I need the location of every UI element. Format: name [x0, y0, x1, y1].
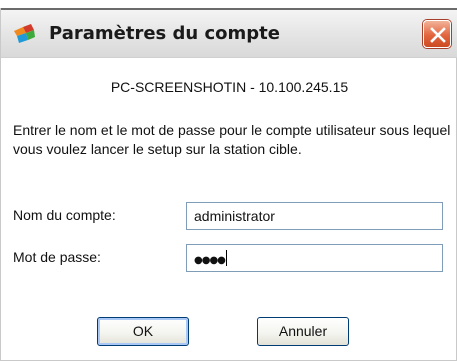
cancel-button[interactable]: Annuler: [257, 317, 349, 346]
password-field[interactable]: ●●●●: [186, 244, 443, 272]
instructions-text: Entrer le nom et le mot de passe pour le…: [13, 122, 451, 157]
account-name-label: Nom du compte:: [13, 207, 116, 223]
account-settings-dialog: Paramètres du compte PC-SCREENSHOTIN - 1…: [0, 8, 457, 361]
account-name-field[interactable]: administrator: [186, 202, 443, 230]
password-mask: ●●●●: [194, 255, 226, 266]
account-name-value: administrator: [194, 208, 275, 224]
ok-button[interactable]: OK: [97, 317, 189, 346]
close-button[interactable]: [423, 20, 451, 48]
app-colored-blocks-icon: [14, 24, 35, 43]
close-icon: [430, 27, 446, 43]
window-title: Paramètres du compte: [49, 23, 280, 44]
title-bar[interactable]: Paramètres du compte: [1, 8, 457, 58]
target-host-label: PC-SCREENSHOTIN - 10.100.245.15: [110, 79, 349, 95]
password-label: Mot de passe:: [13, 249, 101, 265]
text-caret: [225, 250, 227, 266]
